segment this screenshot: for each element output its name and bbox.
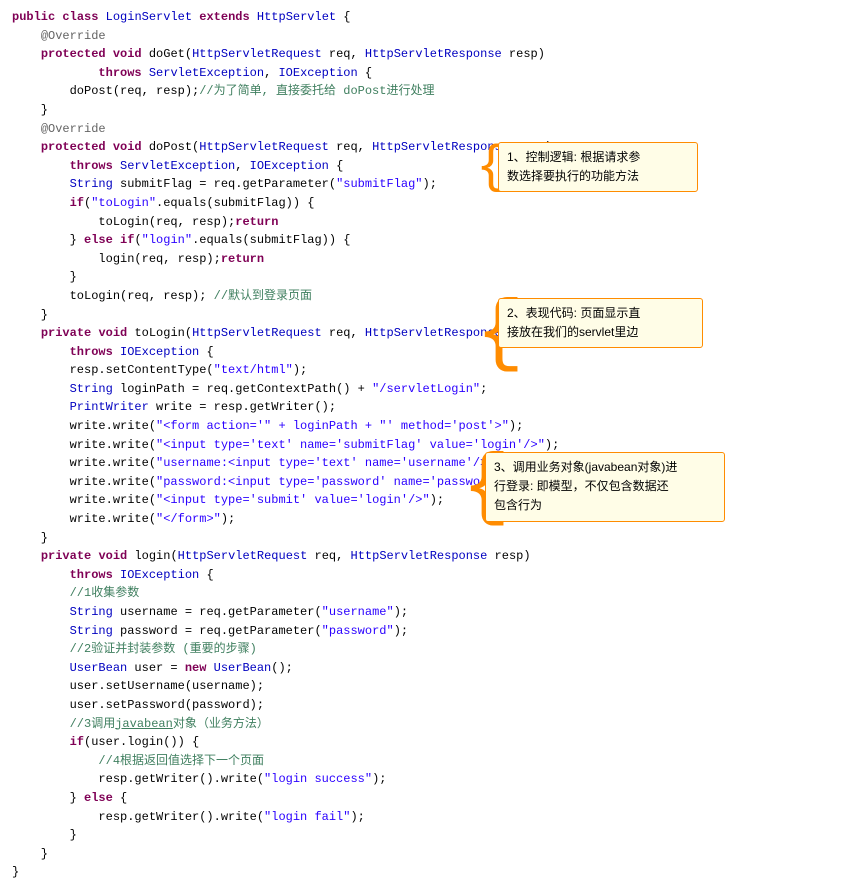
- line-47: resp.getWriter().write("login fail");: [12, 808, 848, 827]
- code-container: public class LoginServlet extends HttpSe…: [0, 0, 860, 890]
- line-6: }: [12, 101, 848, 120]
- line-37: String password = req.getParameter("pass…: [12, 622, 848, 641]
- line-13: toLogin(req, resp);return: [12, 213, 848, 232]
- annotation-3-text: 3、调用业务对象(javabean对象)进 行登录: 即模型，不仅包含数据还 包…: [494, 460, 677, 512]
- line-25: write.write("<form action='" + loginPath…: [12, 417, 848, 436]
- line-49: }: [12, 845, 848, 864]
- line-17: toLogin(req, resp); //默认到登录页面: [12, 287, 848, 306]
- annotation-2: 2、表现代码: 页面显示直 接放在我们的servlet里边: [498, 298, 703, 348]
- line-40: user.setUsername(username);: [12, 677, 848, 696]
- annotation-1-text: 1、控制逻辑: 根据请求参 数选择要执行的功能方法: [507, 150, 640, 183]
- line-8: @Override: [12, 120, 848, 139]
- code-block: public class LoginServlet extends HttpSe…: [12, 8, 848, 882]
- line-43: if(user.login()) {: [12, 733, 848, 752]
- line-46: } else {: [12, 789, 848, 808]
- line-4: throws ServletException, IOException {: [12, 64, 848, 83]
- line-35: //1收集参数: [12, 584, 848, 603]
- line-31: }: [12, 529, 848, 548]
- line-11: String submitFlag = req.getParameter("su…: [12, 175, 848, 194]
- line-33: private void login(HttpServletRequest re…: [12, 547, 848, 566]
- line-44: //4根据返回值选择下一个页面: [12, 752, 848, 771]
- line-18: }: [12, 306, 848, 325]
- line-45: resp.getWriter().write("login success");: [12, 770, 848, 789]
- line-36: String username = req.getParameter("user…: [12, 603, 848, 622]
- annotation-2-text: 2、表现代码: 页面显示直 接放在我们的servlet里边: [507, 306, 640, 339]
- line-9: protected void doPost(HttpServletRequest…: [12, 138, 848, 157]
- line-20: private void toLogin(HttpServletRequest …: [12, 324, 848, 343]
- line-39: UserBean user = new UserBean();: [12, 659, 848, 678]
- line-34: throws IOException {: [12, 566, 848, 585]
- line-10: throws ServletException, IOException {: [12, 157, 848, 176]
- line-5: doPost(req, resp);//为了简单, 直接委托给 doPost进行…: [12, 82, 848, 101]
- line-14: } else if("login".equals(submitFlag)) {: [12, 231, 848, 250]
- line-1: public class LoginServlet extends HttpSe…: [12, 8, 848, 27]
- line-22: resp.setContentType("text/html");: [12, 361, 848, 380]
- annotation-1: 1、控制逻辑: 根据请求参 数选择要执行的功能方法: [498, 142, 698, 192]
- line-16: }: [12, 268, 848, 287]
- line-2: @Override: [12, 27, 848, 46]
- line-24: PrintWriter write = resp.getWriter();: [12, 398, 848, 417]
- line-23: String loginPath = req.getContextPath() …: [12, 380, 848, 399]
- line-3: protected void doGet(HttpServletRequest …: [12, 45, 848, 64]
- annotation-3: 3、调用业务对象(javabean对象)进 行登录: 即模型，不仅包含数据还 包…: [485, 452, 725, 522]
- line-15: login(req, resp);return: [12, 250, 848, 269]
- line-48: }: [12, 826, 848, 845]
- line-42: //3调用javabean对象（业务方法）: [12, 715, 848, 734]
- line-12: if("toLogin".equals(submitFlag)) {: [12, 194, 848, 213]
- line-38: //2验证并封装参数 (重要的步骤): [12, 640, 848, 659]
- line-41: user.setPassword(password);: [12, 696, 848, 715]
- line-50: }: [12, 863, 848, 882]
- line-21: throws IOException {: [12, 343, 848, 362]
